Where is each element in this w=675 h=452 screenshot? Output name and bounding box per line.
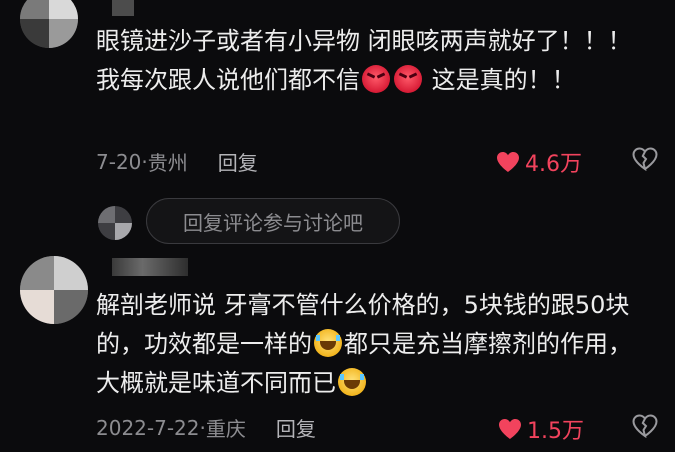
angry-face-emoji [362,65,390,93]
comment-location: 贵州 [147,151,188,175]
username-blurred[interactable] [112,258,188,276]
comment-date: 2022-7-22 [96,415,200,440]
username-blurred[interactable] [112,0,134,16]
broken-heart-icon [632,147,658,172]
comment-text: 眼镜进沙子或者有小异物 闭眼咳两声就好了！！！ 我每次跟人说他们都不信 这是真的… [96,22,649,100]
avatar[interactable] [20,256,88,324]
laughing-crying-emoji [338,368,366,396]
broken-heart-icon [632,414,658,439]
comment-text-part: 这是真的！！ [424,66,576,94]
my-avatar [98,206,132,240]
reply-button[interactable]: 回复 [218,147,258,176]
reply-input[interactable]: 回复评论参与讨论吧 [146,198,400,244]
comment-meta: 7-20 · 贵州 回复 [96,147,258,176]
angry-face-emoji [394,65,422,93]
reply-placeholder: 回复评论参与讨论吧 [183,210,363,235]
dislike-button[interactable] [632,414,658,442]
heart-icon [499,419,521,439]
like-count: 1.5万 [527,419,584,444]
like-button[interactable]: 1.5万 [498,413,584,445]
comment-meta: 2022-7-22 · 重庆 回复 [96,413,316,442]
reply-button[interactable]: 回复 [276,413,316,442]
like-count: 4.6万 [525,152,582,177]
heart-icon [497,152,519,172]
avatar[interactable] [20,0,78,48]
laughing-crying-emoji [314,329,342,357]
comment-text: 解剖老师说 牙膏不管什么价格的，5块钱的跟50块的，功效都是一样的 都只是充当摩擦… [96,286,649,403]
dislike-button[interactable] [632,147,658,175]
comment-location: 重庆 [205,417,246,441]
like-button[interactable]: 4.6万 [496,146,582,178]
comment-date: 7-20 [96,149,142,174]
